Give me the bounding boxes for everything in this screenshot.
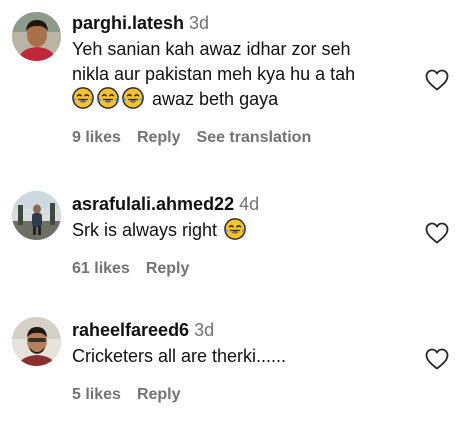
avatar[interactable] (12, 317, 61, 366)
reply-button[interactable]: Reply (137, 129, 181, 146)
comment-age: 4d (239, 194, 260, 214)
laughing-tears-emoji-icon (224, 218, 246, 240)
comment-text-line: awaz beth gaya (72, 87, 405, 112)
username[interactable]: raheelfareed6 (72, 320, 189, 340)
comment-text-line: Yeh sanian kah awaz idhar zor seh (72, 39, 351, 59)
laughing-tears-emoji-icon (72, 87, 94, 109)
likes-count[interactable]: 9 likes (72, 129, 121, 146)
comment-age: 3d (194, 320, 215, 340)
comment-text: Yeh sanian kah awaz idhar zor seh nikla … (72, 37, 405, 112)
avatar[interactable] (12, 191, 61, 240)
laughing-tears-emoji-icon (97, 87, 119, 109)
comment-header: asrafulali.ahmed22 4d (72, 193, 405, 215)
comment-text: Srk is always right (72, 218, 405, 243)
reply-button[interactable]: Reply (146, 260, 190, 277)
heart-outline-icon[interactable] (425, 69, 449, 91)
comment-header: parghi.latesh 3d (72, 12, 405, 34)
avatar[interactable] (12, 12, 61, 61)
see-translation-link[interactable]: See translation (197, 129, 312, 146)
heart-outline-icon[interactable] (425, 222, 449, 244)
comment-text: Cricketers all are therki...... (72, 344, 405, 369)
comment-text-line: Cricketers all are therki...... (72, 346, 287, 366)
heart-outline-icon[interactable] (425, 348, 449, 370)
comment-meta: 5 likes Reply (72, 386, 405, 404)
username[interactable]: parghi.latesh (72, 13, 184, 33)
comment-age: 3d (189, 13, 210, 33)
comment-header: raheelfareed6 3d (72, 319, 405, 341)
comment-text-line: nikla aur pakistan meh kya hu a tah (72, 64, 356, 84)
likes-count[interactable]: 61 likes (72, 260, 130, 277)
reply-button[interactable]: Reply (137, 386, 181, 403)
comment-text-line: Srk is always right (72, 220, 218, 240)
comment-text-tail: awaz beth gaya (152, 89, 279, 109)
username[interactable]: asrafulali.ahmed22 (72, 194, 234, 214)
comment-meta: 61 likes Reply (72, 260, 405, 278)
likes-count[interactable]: 5 likes (72, 386, 121, 403)
comment-meta: 9 likes Reply See translation (72, 129, 405, 147)
laughing-tears-emoji-icon (122, 87, 144, 109)
